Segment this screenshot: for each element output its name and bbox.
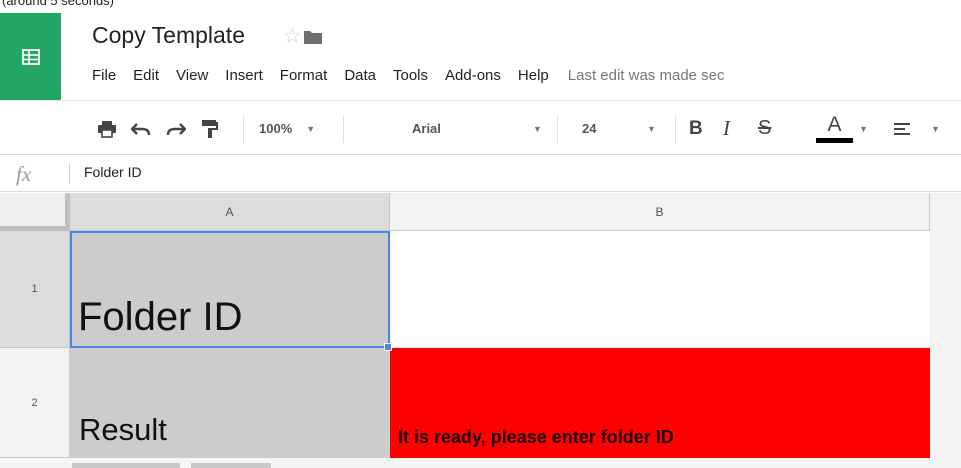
fx-icon: fx <box>16 162 32 186</box>
menu-help[interactable]: Help <box>518 67 549 84</box>
sheet-tab[interactable] <box>191 463 271 468</box>
text-color-icon: A <box>827 113 842 136</box>
chevron-down-icon: ▼ <box>533 123 542 134</box>
zoom-select[interactable]: 100% ▼ <box>259 101 329 156</box>
document-title[interactable]: Copy Template <box>92 22 245 49</box>
menu-add-ons[interactable]: Add-ons <box>445 67 501 84</box>
menu-bar: File Edit View Insert Format Data Tools … <box>92 64 725 86</box>
sheets-grid-icon <box>21 48 40 65</box>
undo-icon[interactable] <box>131 101 151 156</box>
cell-b2[interactable]: It is ready, please enter folder ID <box>390 348 930 458</box>
last-edit-link[interactable]: Last edit was made sec <box>568 67 725 84</box>
chevron-down-icon[interactable]: ▼ <box>931 101 940 156</box>
italic-icon: I <box>723 116 730 140</box>
strikethrough-button[interactable]: S <box>758 101 771 156</box>
toolbar-divider <box>557 115 558 143</box>
italic-button[interactable]: I <box>723 101 730 156</box>
chevron-down-icon: ▼ <box>306 123 316 134</box>
grid-empty-area <box>930 193 961 468</box>
strikethrough-icon: S <box>758 117 772 139</box>
top-caption: (around 5 seconds) <box>2 0 115 8</box>
formula-divider <box>69 164 70 184</box>
menu-insert[interactable]: Insert <box>225 67 263 84</box>
cell-a1-selected[interactable]: Folder ID <box>70 231 390 348</box>
menu-data[interactable]: Data <box>344 67 376 84</box>
toolbar-divider <box>243 115 244 143</box>
toolbar-divider <box>343 115 344 143</box>
align-left-icon[interactable] <box>893 101 911 156</box>
menu-format[interactable]: Format <box>280 67 328 84</box>
folder-icon[interactable] <box>303 29 323 50</box>
row-header-1[interactable]: 1 <box>0 231 70 348</box>
row-header-2[interactable]: 2 <box>0 348 70 458</box>
font-size-value: 24 <box>582 121 597 136</box>
cell-b1[interactable] <box>390 231 930 348</box>
bold-icon: B <box>689 117 703 139</box>
print-icon[interactable] <box>97 101 117 156</box>
column-header-b[interactable]: B <box>390 193 930 231</box>
cell-a2[interactable]: Result <box>70 348 390 458</box>
column-header-a[interactable]: A <box>70 193 390 231</box>
chevron-down-icon[interactable]: ▼ <box>859 101 868 156</box>
zoom-value: 100% <box>259 121 293 136</box>
paint-format-icon[interactable] <box>201 101 219 156</box>
redo-icon[interactable] <box>166 101 186 156</box>
sheet-tab[interactable] <box>72 463 180 468</box>
select-all-corner[interactable] <box>0 193 70 231</box>
formula-bar <box>0 156 961 192</box>
sheets-logo[interactable] <box>0 13 61 100</box>
toolbar: 100% ▼ Arial ▼ 24 ▼ B I S A ▼ ▼ <box>0 100 961 155</box>
text-color-swatch <box>816 138 853 143</box>
menu-file[interactable]: File <box>92 67 116 84</box>
font-value: Arial <box>412 121 441 136</box>
menu-edit[interactable]: Edit <box>133 67 159 84</box>
bold-button[interactable]: B <box>689 101 703 156</box>
formula-input[interactable]: Folder ID <box>84 164 142 180</box>
menu-view[interactable]: View <box>176 67 208 84</box>
fill-handle[interactable] <box>384 343 392 351</box>
font-select[interactable]: Arial ▼ <box>412 101 552 156</box>
font-size-select[interactable]: 24 ▼ <box>582 101 672 156</box>
menu-tools[interactable]: Tools <box>393 67 428 84</box>
toolbar-divider <box>675 115 676 143</box>
chevron-down-icon: ▼ <box>647 123 656 134</box>
text-color-button[interactable]: A <box>816 101 853 156</box>
star-outline-icon[interactable]: ☆ <box>283 24 302 49</box>
